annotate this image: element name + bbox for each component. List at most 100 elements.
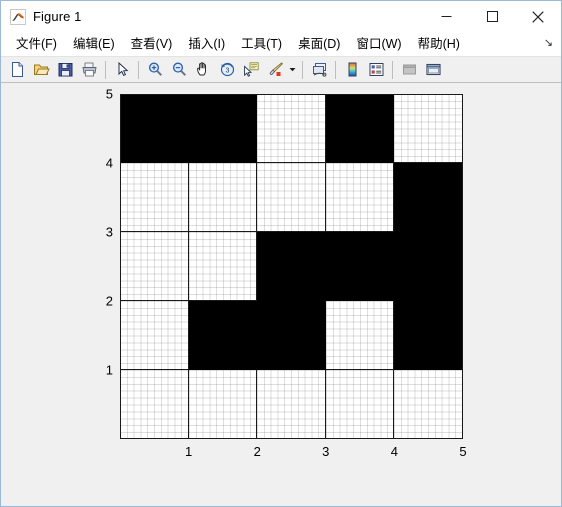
menu-tools[interactable]: 工具(T) bbox=[233, 34, 290, 54]
figure-window: Figure 1 文件(F) 编辑(E) 查看(V) 插入(I) 工具(T) 桌… bbox=[0, 0, 562, 507]
grid-cell-r3c4 bbox=[325, 232, 395, 301]
grid-cell-r4c5 bbox=[394, 163, 463, 232]
save-figure-icon bbox=[58, 63, 72, 77]
y-tick-label: 3 bbox=[105, 224, 113, 240]
x-tick-label: 3 bbox=[322, 444, 330, 459]
zoom-out-icon bbox=[172, 62, 186, 76]
grid-cell-r4c2 bbox=[188, 163, 258, 232]
minimize-button[interactable] bbox=[423, 1, 469, 32]
zoom-in-button[interactable] bbox=[143, 58, 167, 81]
toolbar: 3 bbox=[1, 56, 561, 83]
brush-icon bbox=[269, 62, 283, 76]
menu-insert[interactable]: 插入(I) bbox=[180, 34, 233, 54]
grid-cell-r3c1 bbox=[120, 232, 189, 301]
menu-view[interactable]: 查看(V) bbox=[123, 34, 181, 54]
grid-cell-r1c2 bbox=[188, 370, 258, 439]
grid-cell-r1c4 bbox=[325, 370, 395, 439]
figure-canvas[interactable]: 1 2 3 4 5 1 2 3 4 5 bbox=[1, 83, 561, 506]
print-figure-icon bbox=[81, 62, 97, 77]
colorbar-icon bbox=[348, 62, 356, 77]
axes-binary-grid-plot[interactable]: 1 2 3 4 5 1 2 3 4 5 bbox=[106, 87, 467, 460]
minimize-icon bbox=[441, 16, 451, 17]
grid-cell-r1c3 bbox=[257, 370, 326, 439]
pan-button[interactable] bbox=[191, 58, 215, 81]
y-tick-label: 5 bbox=[105, 86, 113, 102]
toolbar-separator bbox=[335, 60, 336, 79]
grid-cell-r5c3 bbox=[257, 94, 326, 163]
grid-cells bbox=[120, 94, 463, 439]
grid-cell-r3c3 bbox=[257, 232, 326, 301]
grid-cell-r2c4 bbox=[325, 301, 395, 370]
zoom-out-button[interactable] bbox=[167, 58, 191, 81]
toolbar-separator bbox=[302, 60, 303, 79]
close-icon bbox=[532, 10, 544, 23]
zoom-in-icon bbox=[148, 62, 162, 76]
legend-button[interactable] bbox=[364, 58, 388, 81]
toolbar-separator bbox=[138, 60, 139, 79]
brush-dropdown-button[interactable] bbox=[287, 58, 298, 81]
x-tick-label: 1 bbox=[184, 444, 193, 459]
menu-bar: 文件(F) 编辑(E) 查看(V) 插入(I) 工具(T) 桌面(D) 窗口(W… bbox=[1, 32, 561, 56]
legend-icon bbox=[369, 63, 383, 76]
save-figure-button[interactable] bbox=[53, 58, 77, 81]
svg-text:3: 3 bbox=[225, 68, 229, 75]
grid-cell-r3c5 bbox=[394, 232, 463, 301]
maximize-button[interactable] bbox=[469, 1, 515, 32]
grid-cell-r5c1 bbox=[120, 94, 189, 163]
link-plot-icon bbox=[312, 63, 326, 77]
y-tick-label: 2 bbox=[105, 293, 113, 309]
menu-file[interactable]: 文件(F) bbox=[8, 34, 65, 54]
colorbar-button[interactable] bbox=[340, 58, 364, 81]
hide-plot-tools-icon bbox=[402, 64, 416, 75]
grid-cell-r5c2 bbox=[188, 94, 258, 163]
toolbar-separator bbox=[105, 60, 106, 79]
x-tick-label: 5 bbox=[459, 444, 467, 459]
title-bar: Figure 1 bbox=[1, 1, 561, 32]
open-file-icon bbox=[33, 64, 50, 75]
hide-plot-tools-button[interactable] bbox=[397, 58, 421, 81]
pointer-icon bbox=[118, 61, 128, 77]
data-cursor-icon bbox=[243, 62, 259, 77]
close-button[interactable] bbox=[515, 1, 561, 32]
rotate-3d-icon: 3 bbox=[220, 62, 234, 77]
y-tick-label: 4 bbox=[105, 155, 113, 171]
menu-edit[interactable]: 编辑(E) bbox=[65, 34, 123, 54]
print-figure-button[interactable] bbox=[77, 58, 101, 81]
y-tick-label: 1 bbox=[105, 362, 113, 378]
membrane-glyph bbox=[12, 12, 24, 21]
new-figure-button[interactable] bbox=[5, 58, 29, 81]
grid-cell-r4c1 bbox=[120, 163, 189, 232]
show-plot-tools-icon bbox=[425, 63, 441, 76]
grid-cell-r2c1 bbox=[120, 301, 189, 370]
menu-desktop[interactable]: 桌面(D) bbox=[290, 34, 348, 54]
grid-cell-r5c4 bbox=[325, 94, 395, 163]
show-plot-tools-button[interactable] bbox=[421, 58, 445, 81]
matlab-membrane-icon bbox=[10, 8, 26, 25]
window-controls bbox=[423, 1, 561, 32]
grid-cell-r3c2 bbox=[188, 232, 258, 301]
grid-cell-r1c1 bbox=[120, 370, 189, 439]
toolbar-separator bbox=[392, 60, 393, 79]
data-cursor-button[interactable] bbox=[239, 58, 263, 81]
pointer-button[interactable] bbox=[110, 58, 134, 81]
menu-overflow-icon[interactable]: ↘ bbox=[544, 37, 553, 49]
chevron-down-icon bbox=[289, 68, 296, 72]
grid-cell-r2c2 bbox=[188, 301, 258, 370]
pan-icon bbox=[196, 62, 206, 76]
grid-cell-r4c4 bbox=[325, 163, 395, 232]
grid-cell-r2c5 bbox=[394, 301, 463, 370]
x-tick-label: 4 bbox=[390, 444, 399, 459]
grid-cell-r5c5 bbox=[394, 94, 463, 163]
grid-cell-r1c5 bbox=[394, 370, 463, 439]
maximize-icon bbox=[486, 11, 498, 22]
menu-help[interactable]: 帮助(H) bbox=[410, 34, 468, 54]
x-tick-label: 2 bbox=[253, 444, 261, 459]
grid-cell-r4c3 bbox=[257, 163, 326, 232]
menu-window[interactable]: 窗口(W) bbox=[348, 34, 409, 54]
link-plot-button[interactable] bbox=[307, 58, 331, 81]
open-file-button[interactable] bbox=[29, 58, 53, 81]
window-title: Figure 1 bbox=[33, 9, 82, 24]
rotate-3d-button[interactable]: 3 bbox=[215, 58, 239, 81]
new-figure-icon bbox=[11, 62, 23, 77]
brush-button[interactable] bbox=[263, 58, 287, 81]
